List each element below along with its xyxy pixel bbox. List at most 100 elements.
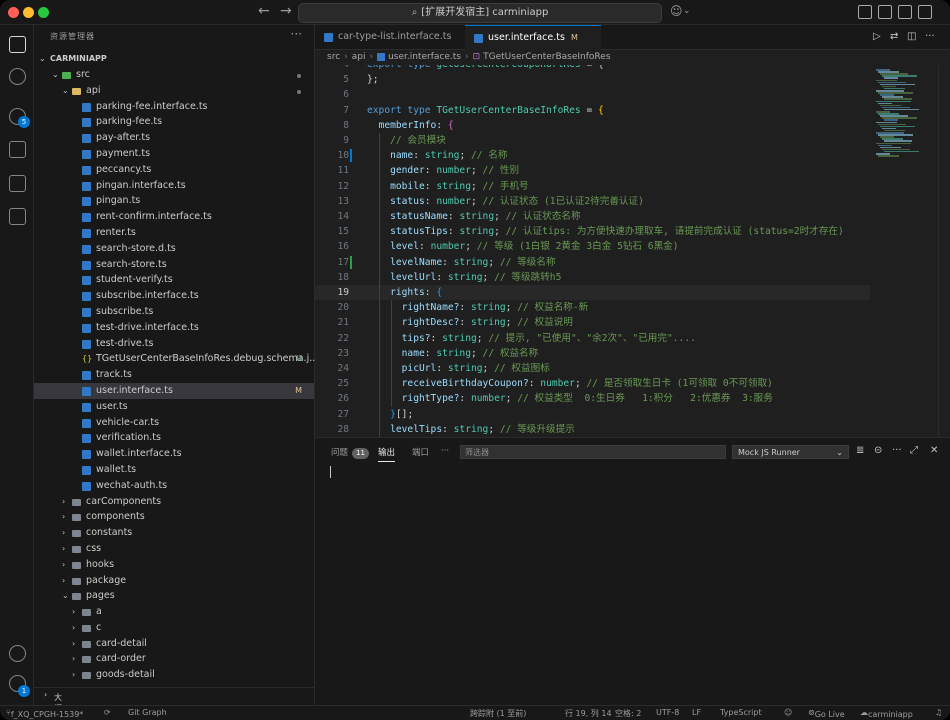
folder-item[interactable]: ⌄ pages	[34, 588, 314, 604]
tab-car-type-list[interactable]: car-type-list.interface.ts	[315, 25, 468, 49]
file-item[interactable]: verification.ts	[34, 430, 314, 446]
code-line[interactable]: 17 levelName: string; // 等级名称	[315, 255, 870, 270]
code-line[interactable]: 25 receiveBirthdayCoupon?: number; // 是否…	[315, 376, 870, 391]
file-item[interactable]: wallet.interface.ts	[34, 446, 314, 462]
file-item[interactable]: track.ts	[34, 367, 314, 383]
file-item[interactable]: {} TGetUserCenterBaseInfoRes.debug.schema…	[34, 351, 318, 367]
copilot-icon[interactable]: ☺	[670, 4, 683, 18]
folder-item[interactable]: › goods-detail	[34, 667, 314, 683]
file-item[interactable]: search-store.ts	[34, 257, 314, 273]
outline-section[interactable]: › 大纲	[34, 687, 314, 713]
workspace-root[interactable]: ⌄ CARMINIAPP	[34, 51, 314, 67]
tab-output[interactable]: 输出	[378, 446, 396, 462]
code-line[interactable]: 8 memberInfo: {	[315, 118, 870, 133]
more-actions-icon[interactable]: ···	[925, 31, 935, 42]
run-icon[interactable]: ▷	[873, 31, 881, 42]
eol-status[interactable]: LF	[692, 708, 701, 717]
folder-item[interactable]: › package	[34, 573, 314, 589]
code-line[interactable]: 15 statusTips: string; // 认证tips: 为方便快速办…	[315, 224, 870, 239]
code-line[interactable]: 11 gender: number; // 性别	[315, 163, 870, 178]
output-channel-select[interactable]: Mock JS Runner ⌄	[732, 445, 849, 459]
notifications-bell-icon[interactable]: ♫	[935, 708, 942, 717]
file-item[interactable]: subscribe.ts	[34, 304, 314, 320]
folder-item[interactable]: ⌄ api	[34, 83, 314, 99]
breadcrumb-item[interactable]: src	[327, 52, 340, 62]
file-item[interactable]: user.interface.ts M	[34, 382, 314, 399]
folder-item[interactable]: › components	[34, 509, 314, 525]
project-status[interactable]: ☁ carminiapp	[860, 708, 913, 719]
code-line[interactable]: 21 rightDesc?: string; // 权益说明	[315, 315, 870, 330]
code-line[interactable]: 19 rights: {	[315, 285, 870, 301]
file-item[interactable]: parking-fee.interface.ts	[34, 99, 314, 115]
indentation-status[interactable]: 空格: 2	[615, 708, 641, 719]
maximize-panel-icon[interactable]: ⤢	[910, 445, 918, 456]
minimap[interactable]	[870, 65, 938, 437]
file-item[interactable]: user.ts	[34, 399, 314, 415]
code-line[interactable]: 16 level: number; // 等级 (1白银 2黄金 3白金 5钻石…	[315, 239, 870, 254]
file-item[interactable]: parking-fee.ts	[34, 114, 314, 130]
file-item[interactable]: peccancy.ts	[34, 162, 314, 178]
remote-explorer-icon[interactable]	[9, 175, 26, 192]
file-item[interactable]: wallet.ts	[34, 462, 314, 478]
code-line[interactable]: 26 rightType?: number; // 权益类型 0:生日券 1:积…	[315, 391, 870, 406]
file-item[interactable]: renter.ts	[34, 225, 314, 241]
more-actions-icon[interactable]: ···	[291, 27, 302, 41]
toggle-secondary-sidebar-icon[interactable]	[898, 5, 912, 19]
tracking-status[interactable]: 跨踪附 (1 至前)	[470, 708, 526, 719]
file-item[interactable]: pingan.ts	[34, 193, 314, 209]
breadcrumb-item[interactable]: user.interface.ts	[388, 52, 461, 62]
panel-more-tabs[interactable]: ···	[441, 446, 449, 456]
file-item[interactable]: rent-confirm.interface.ts	[34, 209, 314, 225]
code-line[interactable]: 22 tips?: string; // 提示, "已使用"、"余2次"、"已用…	[315, 331, 870, 346]
tab-ports[interactable]: 端口	[412, 446, 429, 458]
file-item[interactable]: vehicle-car.ts	[34, 415, 314, 431]
zoom-window-button[interactable]	[38, 7, 49, 18]
customize-layout-icon[interactable]	[918, 5, 932, 19]
code-line[interactable]: 20 rightName?: string; // 权益名称-新	[315, 300, 870, 315]
folder-item[interactable]: ⌄ src	[34, 67, 314, 83]
breadcrumb-item[interactable]: TGetUserCenterBaseInfoRes	[483, 52, 610, 62]
sync-icon[interactable]: ⟳	[104, 708, 111, 717]
code-line[interactable]: 18 levelUrl: string; // 等级跳转h5	[315, 270, 870, 285]
file-item[interactable]: test-drive.interface.ts	[34, 320, 314, 336]
output-filter-input[interactable]: 筛选器	[460, 445, 726, 459]
file-item[interactable]: search-store.d.ts	[34, 241, 314, 257]
file-item[interactable]: student-verify.ts	[34, 272, 314, 288]
code-line[interactable]: 23 name: string; // 权益名称	[315, 346, 870, 361]
file-item[interactable]: pay-after.ts	[34, 130, 314, 146]
code-line[interactable]: 28 levelTips: string; // 等级升级提示	[315, 422, 870, 437]
code-line[interactable]: 12 mobile: string; // 手机号	[315, 179, 870, 194]
folder-item[interactable]: › card-detail	[34, 636, 314, 652]
toggle-sidebar-icon[interactable]	[858, 5, 872, 19]
file-item[interactable]: wechat-auth.ts	[34, 478, 314, 494]
code-line[interactable]: 9 // 会员模块	[315, 133, 870, 148]
folder-item[interactable]: › carComponents	[34, 494, 314, 510]
tab-problems[interactable]: 问题 11	[331, 446, 369, 459]
lock-scroll-icon[interactable]: ⊝	[874, 445, 882, 456]
close-panel-icon[interactable]: ✕	[930, 445, 938, 456]
code-line[interactable]: 6	[315, 87, 870, 102]
forward-arrow-icon[interactable]: →	[280, 3, 292, 19]
cursor-position-status[interactable]: 行 19, 列 14	[565, 708, 612, 719]
extensions-icon[interactable]	[9, 208, 26, 225]
folder-item[interactable]: › constants	[34, 525, 314, 541]
folder-item[interactable]: › hooks	[34, 557, 314, 573]
code-line[interactable]: 10 name: string; // 名称	[315, 148, 870, 163]
split-editor-icon[interactable]: ◫	[907, 31, 916, 42]
file-item[interactable]: test-drive.ts	[34, 336, 314, 352]
encoding-status[interactable]: UTF-8	[656, 708, 679, 717]
code-line[interactable]: 24 picUrl: string; // 权益图标	[315, 361, 870, 376]
folder-item[interactable]: › css	[34, 541, 314, 557]
explorer-icon[interactable]	[9, 36, 26, 53]
folder-item[interactable]: › card-order	[34, 651, 314, 667]
file-item[interactable]: pingan.interface.ts	[34, 178, 314, 194]
folder-item[interactable]: › c	[34, 620, 314, 636]
git-graph-status[interactable]: Git Graph	[128, 708, 167, 717]
code-line[interactable]: 13 status: number; // 认证状态 (1已认证2待完善认证)	[315, 194, 870, 209]
search-icon[interactable]	[9, 68, 26, 85]
folder-item[interactable]: › a	[34, 604, 314, 620]
back-arrow-icon[interactable]: ←	[258, 3, 270, 19]
code-editor[interactable]: 4 export type getUserCenterCouponUrlRes =…	[315, 65, 870, 437]
more-actions-icon[interactable]: ···	[892, 445, 902, 456]
go-live-status[interactable]: ⊚ Go Live	[808, 708, 845, 719]
